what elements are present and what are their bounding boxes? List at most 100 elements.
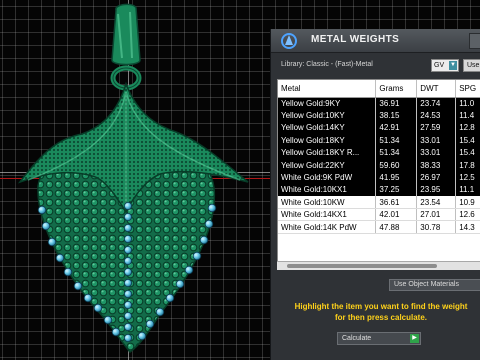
cell-grams: 41.95 [375, 171, 418, 184]
cell-dwt: 24.53 [416, 109, 457, 122]
cell-grams: 37.25 [375, 183, 418, 197]
table-row[interactable]: Yellow Gold:9KY 36.91 23.74 11.0 [278, 97, 480, 110]
weights-table-container: Metal Grams DWT SPG Yellow Gold:9KY 36.91… [277, 79, 480, 269]
gem [55, 253, 65, 263]
cell-dwt: 26.97 [416, 171, 457, 184]
column-header-metal[interactable]: Metal [278, 80, 377, 98]
gem [137, 331, 147, 341]
unit-dropdown[interactable]: GV ▼ [431, 59, 459, 72]
gem [124, 333, 133, 342]
gem [165, 293, 175, 303]
gem [37, 205, 47, 215]
cell-dwt: 27.59 [416, 121, 457, 135]
cell-grams: 47.88 [375, 220, 418, 234]
gem [41, 221, 51, 231]
table-row[interactable]: White Gold:14KX1 42.01 27.01 12.6 [278, 208, 480, 222]
app-logo-icon [281, 33, 297, 49]
cell-spg: 14.3 [455, 220, 480, 234]
cell-grams: 51.34 [375, 134, 418, 147]
table-row[interactable]: White Gold:10KX1 37.25 23.95 11.1 [278, 183, 480, 197]
gem [124, 300, 133, 309]
cell-spg: 10.9 [455, 196, 480, 210]
table-row[interactable]: White Gold:10KW 36.61 23.54 10.9 [278, 196, 480, 210]
cell-dwt: 23.54 [416, 196, 457, 210]
cell-grams: 36.91 [375, 97, 418, 110]
gem [124, 256, 133, 265]
instruction-line: for then press calculate. [334, 313, 428, 322]
cell-metal: White Gold:9K PdW [278, 171, 377, 184]
cell-metal: Yellow Gold:10KY [278, 109, 377, 122]
gem [124, 278, 133, 287]
gem [192, 251, 202, 261]
unit-dropdown-value: GV [434, 62, 445, 69]
instruction-line: Highlight the item you want to find the … [294, 302, 468, 311]
table-row[interactable]: Yellow Gold:22KY 59.60 38.33 17.8 [278, 158, 480, 172]
gem [103, 315, 113, 325]
cell-metal: White Gold:14K PdW [278, 220, 377, 234]
gem [124, 311, 133, 320]
table-row[interactable]: White Gold:9K PdW 41.95 26.97 12.5 [278, 171, 480, 184]
gem [47, 237, 57, 247]
gem [207, 203, 217, 213]
cell-grams: 38.15 [375, 109, 418, 122]
cell-grams: 51.34 [375, 146, 418, 159]
cell-spg: 11.4 [455, 109, 480, 122]
horizontal-scrollbar[interactable] [277, 261, 480, 270]
use-object-materials-button[interactable]: Use Object Materials [389, 279, 480, 291]
cell-grams: 42.01 [375, 208, 418, 222]
weights-table: Metal Grams DWT SPG Yellow Gold:9KY 36.91… [278, 80, 480, 234]
column-header-spg[interactable]: SPG [455, 80, 480, 98]
gem [199, 235, 209, 245]
calculate-dropdown-value: Calculate [342, 335, 372, 342]
play-icon[interactable]: ▶ [410, 334, 419, 343]
table-row[interactable]: Yellow Gold:18KY 51.34 33.01 15.4 [278, 134, 480, 147]
cell-dwt: 33.01 [416, 134, 457, 147]
gem [124, 201, 133, 210]
table-header-row: Metal Grams DWT SPG [278, 80, 480, 98]
gem [83, 293, 93, 303]
chevron-down-icon: ▼ [449, 61, 457, 70]
cell-spg: 15.4 [455, 146, 480, 159]
cell-metal: Yellow Gold:18KY [278, 134, 377, 147]
cell-grams: 59.60 [375, 158, 418, 172]
bail [110, 3, 142, 91]
cell-dwt: 27.01 [416, 208, 457, 222]
gem [124, 267, 133, 276]
cell-spg: 12.8 [455, 121, 480, 135]
library-label: Library: Classic - (Fast)-Metal [281, 61, 373, 68]
calculate-dropdown[interactable]: Calculate ▶ [337, 332, 421, 345]
cell-spg: 12.6 [455, 208, 480, 222]
scrollbar-thumb[interactable] [287, 264, 437, 268]
gem [124, 322, 133, 331]
gem [124, 223, 133, 232]
cell-dwt: 38.33 [416, 158, 457, 172]
user-button[interactable]: User [463, 59, 480, 72]
cell-metal: White Gold:14KX1 [278, 208, 377, 222]
cell-metal: White Gold:10KX1 [278, 183, 377, 197]
gem [145, 319, 155, 329]
gem [124, 234, 133, 243]
instruction-text: Highlight the item you want to find the … [281, 301, 480, 323]
table-row[interactable]: Yellow Gold:18KY R... 51.34 33.01 15.4 [278, 146, 480, 159]
table-row[interactable]: White Gold:14K PdW 47.88 30.78 14.3 [278, 220, 480, 234]
gem [63, 267, 73, 277]
cell-spg: 12.5 [455, 171, 480, 184]
cell-metal: Yellow Gold:9KY [278, 97, 377, 110]
metal-weights-panel: METAL WEIGHTS Library: Classic - (Fast)-… [270, 29, 480, 360]
cell-dwt: 30.78 [416, 220, 457, 234]
table-row[interactable]: Yellow Gold:14KY 42.91 27.59 12.8 [278, 121, 480, 135]
column-header-grams[interactable]: Grams [375, 80, 418, 98]
pendant-model[interactable] [0, 0, 270, 360]
cell-grams: 42.91 [375, 121, 418, 135]
column-header-dwt[interactable]: DWT [416, 80, 457, 98]
cell-spg: 17.8 [455, 158, 480, 172]
cell-dwt: 33.01 [416, 146, 457, 159]
panel-collapse-button[interactable] [469, 33, 480, 49]
cell-metal: Yellow Gold:14KY [278, 121, 377, 135]
cell-spg: 11.0 [455, 97, 480, 110]
gem [93, 303, 103, 313]
table-row[interactable]: Yellow Gold:10KY 38.15 24.53 11.4 [278, 109, 480, 122]
gem [204, 219, 214, 229]
cell-spg: 11.1 [455, 183, 480, 197]
cell-metal: Yellow Gold:22KY [278, 158, 377, 172]
